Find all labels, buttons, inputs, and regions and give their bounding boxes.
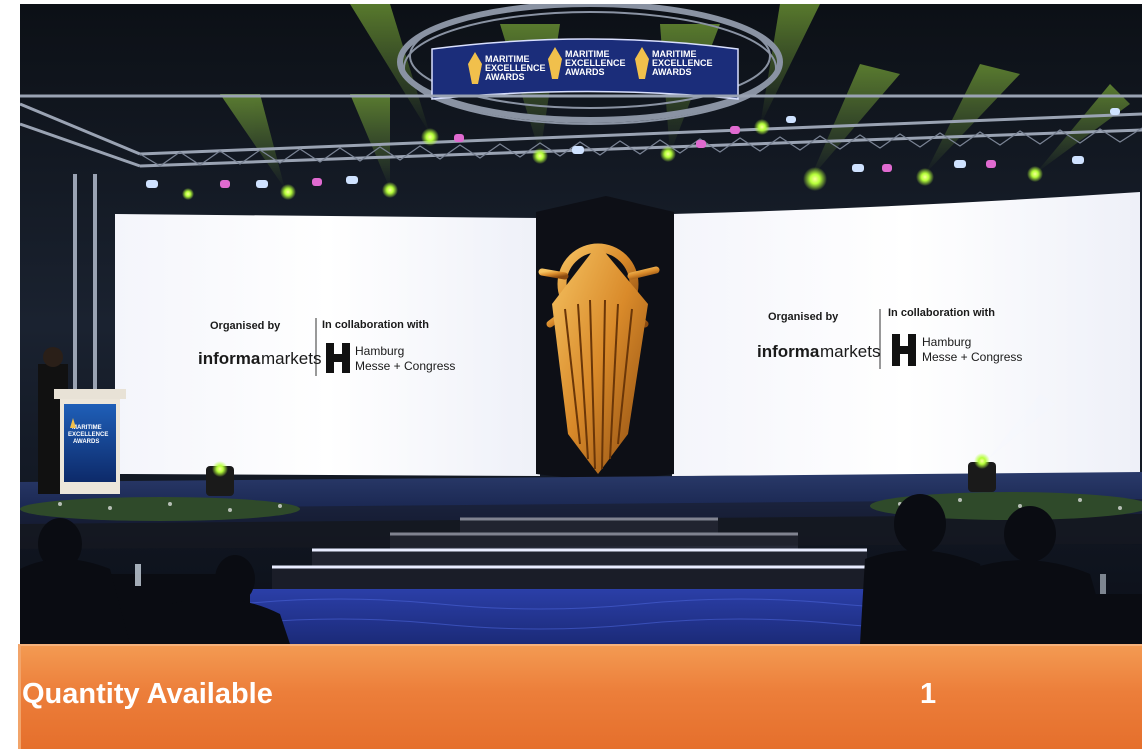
banner-text-6: AWARDS bbox=[565, 67, 605, 77]
hamburg-text: Hamburg bbox=[355, 344, 404, 358]
audience-carpet bbox=[240, 589, 940, 644]
messe-text-2: Messe + Congress bbox=[922, 350, 1022, 364]
stage-spotlight-left bbox=[206, 461, 234, 496]
quantity-value: 1 bbox=[920, 678, 937, 710]
organised-by-text: Organised by bbox=[210, 320, 281, 332]
event-stage-photo: MARITIME EXCELLENCE AWARDS MARITIME EXCE… bbox=[20, 4, 1142, 644]
informa-text-2: informa bbox=[757, 342, 820, 361]
markets-text-2: markets bbox=[820, 342, 880, 361]
collab-text-2: In collaboration with bbox=[888, 307, 995, 319]
organised-by-text-2: Organised by bbox=[768, 311, 839, 323]
podium: MARITIME EXCELLENCE AWARDS bbox=[54, 389, 126, 494]
page-margin bbox=[0, 0, 20, 749]
informa-text: informa bbox=[198, 349, 261, 368]
podium-text-2: EXCELLENCE bbox=[68, 432, 108, 438]
markets-text: markets bbox=[261, 349, 321, 368]
collab-text: In collaboration with bbox=[322, 319, 429, 331]
messe-text: Messe + Congress bbox=[355, 359, 455, 373]
trophy-display bbox=[536, 196, 674, 482]
hamburg-text-2: Hamburg bbox=[922, 335, 971, 349]
banner-text-3: AWARDS bbox=[485, 72, 525, 82]
banner-text-9: AWARDS bbox=[652, 67, 692, 77]
led-screen-right bbox=[672, 192, 1140, 476]
podium-text-1: MARITIME bbox=[72, 425, 102, 431]
quantity-label: Quantity Available bbox=[22, 678, 273, 710]
podium-text-3: AWARDS bbox=[73, 439, 99, 445]
hanging-award-banner: MARITIME EXCELLENCE AWARDS MARITIME EXCE… bbox=[431, 38, 739, 100]
